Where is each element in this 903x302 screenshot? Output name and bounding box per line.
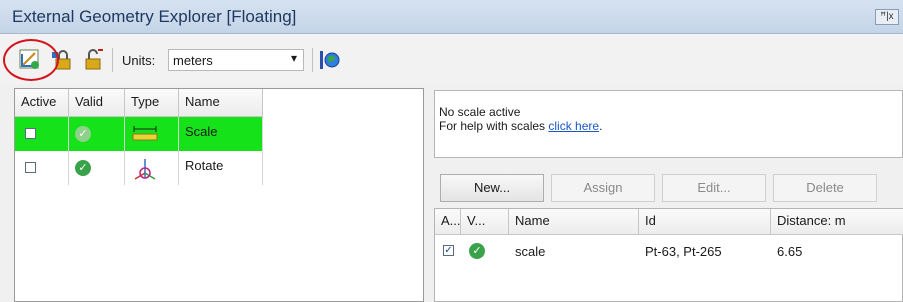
scale-id: Pt-63, Pt-265 (645, 244, 722, 259)
units-value: meters (173, 53, 213, 68)
scale-list: A... V... Name Id Distance: m ✓ ✓ scale … (434, 208, 903, 302)
toolbar-divider (312, 48, 313, 72)
highlight-circle-annotation (3, 39, 59, 81)
column-header-name[interactable]: Name (509, 209, 639, 235)
active-checkbox[interactable] (25, 162, 36, 173)
help-prefix: For help with scales (439, 119, 549, 133)
row-name: Scale (185, 124, 218, 139)
scale-distance: 6.65 (777, 244, 803, 259)
active-cell[interactable] (15, 117, 69, 151)
valid-cell: ✓ (69, 151, 125, 185)
chevron-down-icon: ▾ (290, 51, 297, 65)
window-title: External Geometry Explorer [Floating] (12, 7, 297, 26)
column-header-type[interactable]: Type (125, 89, 179, 117)
units-select[interactable]: meters ▾ (168, 49, 304, 71)
column-header-valid[interactable]: V... (461, 209, 509, 235)
column-header-active[interactable]: Active (15, 89, 69, 117)
help-message: For help with scales click here. (439, 119, 898, 133)
column-header-valid[interactable]: Valid (69, 89, 125, 117)
grid-header: Active Valid Type Name (15, 89, 263, 117)
column-header-distance[interactable]: Distance: m (771, 209, 903, 235)
toolbar-divider (112, 48, 113, 72)
name-cell: Rotate (179, 151, 263, 185)
active-checkbox-checked[interactable]: ✓ (443, 245, 454, 256)
no-scale-message: No scale active (439, 105, 521, 119)
column-header-name[interactable]: Name (179, 89, 263, 117)
globe-button[interactable] (318, 48, 342, 72)
valid-check-icon: ✓ (75, 126, 91, 142)
grid-row-scale[interactable]: ✓ Scale (15, 117, 263, 151)
new-scale-button[interactable]: New... (440, 174, 544, 202)
unlock-icon (85, 49, 103, 70)
valid-check-icon: ✓ (75, 160, 91, 176)
active-checkbox[interactable] (25, 128, 36, 139)
assign-button[interactable]: Assign (551, 174, 655, 202)
row-name: Rotate (185, 158, 224, 173)
geometry-grid: Active Valid Type Name ✓ Scale ✓ Rotate (14, 88, 424, 302)
scale-name: scale (515, 244, 546, 259)
rotate-type-icon (134, 159, 156, 180)
valid-check-icon: ✓ (469, 243, 485, 259)
scale-list-row[interactable]: ✓ ✓ scale Pt-63, Pt-265 6.65 (435, 235, 903, 267)
edit-button[interactable]: Edit... (662, 174, 766, 202)
scale-panel: No scale active For help with scales cli… (426, 88, 903, 302)
scale-list-header: A... V... Name Id Distance: m (435, 209, 903, 235)
help-link[interactable]: click here (548, 119, 599, 133)
title-bar: External Geometry Explorer [Floating] ꟸ|… (0, 0, 903, 34)
type-cell (125, 151, 179, 185)
toolbar: Units: meters ▾ (0, 34, 903, 84)
name-cell: Scale (179, 117, 263, 151)
delete-button[interactable]: Delete (773, 174, 877, 202)
active-cell[interactable] (15, 151, 69, 185)
valid-cell: ✓ (69, 117, 125, 151)
pin-close-button[interactable]: ꟸ|x (875, 9, 899, 25)
unlock-geometry-button[interactable] (82, 48, 106, 72)
scale-message-box: No scale active For help with scales cli… (434, 90, 903, 158)
column-header-id[interactable]: Id (639, 209, 771, 235)
scale-type-icon (132, 126, 158, 141)
grid-row-rotate[interactable]: ✓ Rotate (15, 151, 263, 185)
units-label: Units: (122, 53, 156, 68)
help-suffix: . (599, 119, 603, 133)
column-header-active[interactable]: A... (435, 209, 461, 235)
globe-icon (320, 51, 340, 69)
type-cell (125, 117, 179, 151)
